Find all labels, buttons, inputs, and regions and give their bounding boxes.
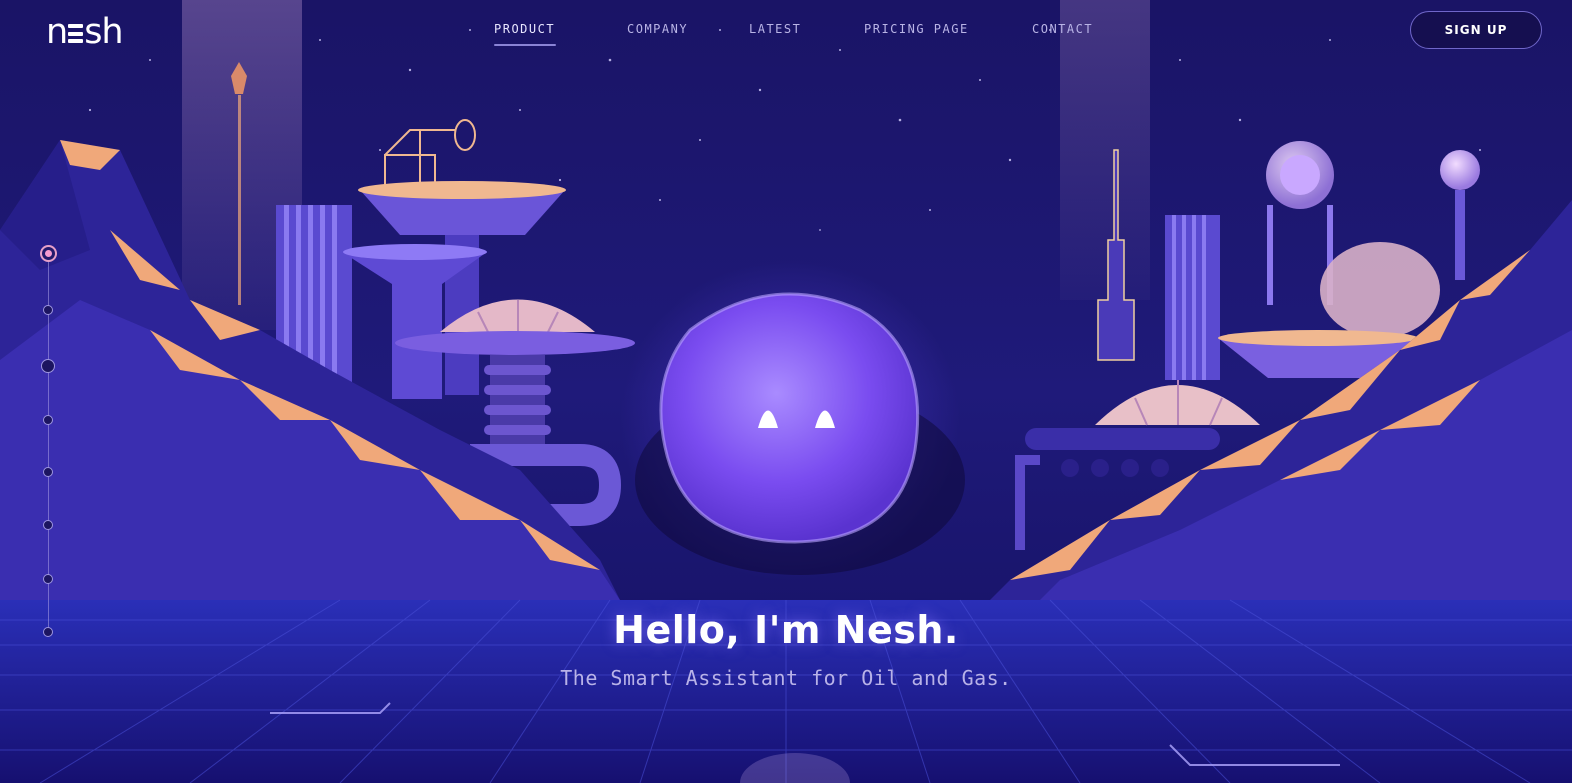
nav-item-contact[interactable]: CONTACT xyxy=(1032,22,1093,36)
nav-active-indicator xyxy=(494,44,556,46)
section-pager xyxy=(38,240,60,640)
landing-page: nesh nsh PRODUCT COMPANY LATEST PRICING … xyxy=(0,0,1572,783)
main-nav: PRODUCT COMPANY LATEST PRICING PAGE CONT… xyxy=(0,22,1572,42)
pager-dot-6[interactable] xyxy=(43,520,53,530)
pager-dot-2[interactable] xyxy=(43,305,53,315)
nav-item-pricing-page[interactable]: PRICING PAGE xyxy=(864,22,969,36)
pager-dot-5[interactable] xyxy=(43,467,53,477)
nav-item-company[interactable]: COMPANY xyxy=(627,22,688,36)
pager-dot-3[interactable] xyxy=(41,359,55,373)
nav-item-product[interactable]: PRODUCT xyxy=(494,22,555,36)
hero-title: Hello, I'm Nesh. xyxy=(613,608,959,652)
pager-dot-1[interactable] xyxy=(40,245,57,262)
pager-dot-7[interactable] xyxy=(43,574,53,584)
nav-item-latest[interactable]: LATEST xyxy=(749,22,801,36)
sign-up-button[interactable]: SIGN UP xyxy=(1410,11,1542,49)
hero-subtitle: The Smart Assistant for Oil and Gas. xyxy=(560,666,1012,690)
pager-dot-4[interactable] xyxy=(43,415,53,425)
